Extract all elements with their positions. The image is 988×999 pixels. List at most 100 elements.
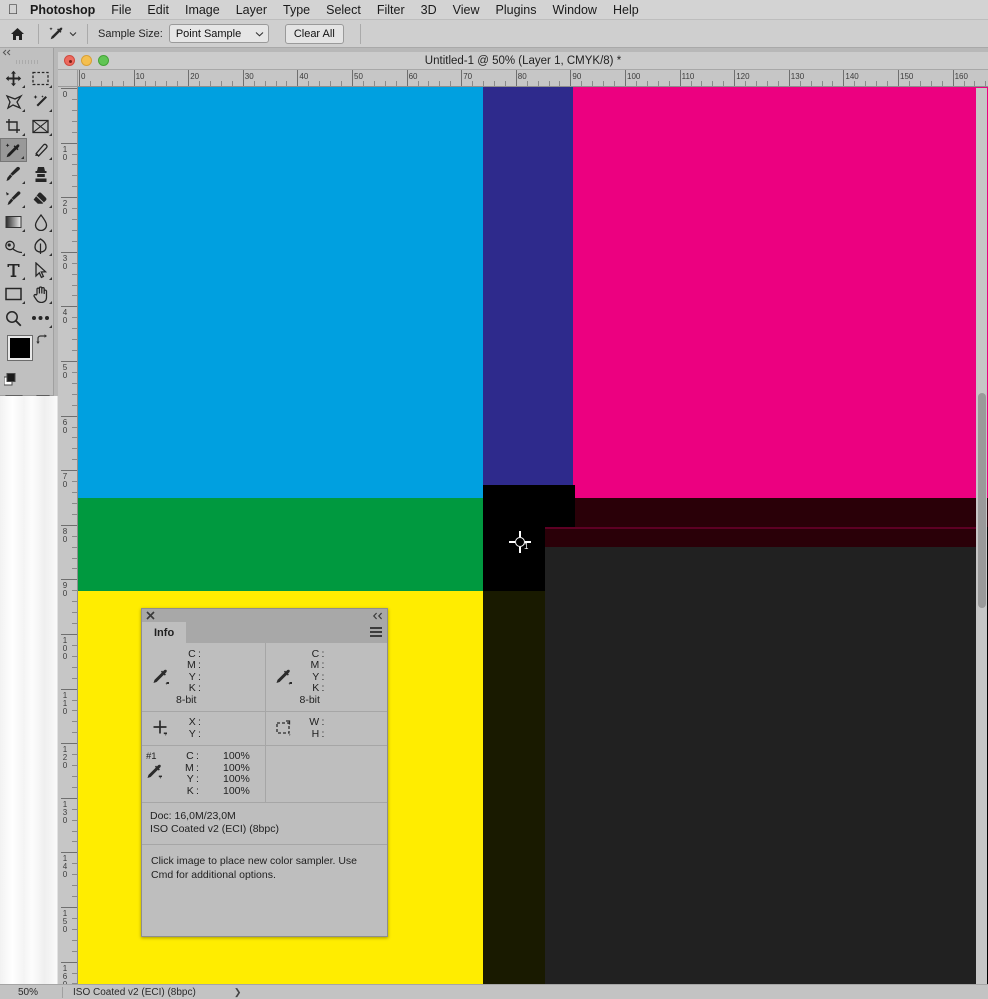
tool-gradient-tool[interactable]	[0, 210, 27, 234]
ruler-h-minor-tick	[341, 81, 343, 86]
ruler-h-tick	[570, 70, 572, 86]
clear-all-button[interactable]: Clear All	[284, 23, 344, 44]
tool-dodge-tool[interactable]	[0, 234, 27, 258]
info-sampler-1[interactable]: #1 C: 100% M: 100% Y: 100% K: 100%	[142, 746, 265, 802]
tool-shape-tool[interactable]	[0, 282, 27, 306]
ruler-v-label: 80	[62, 526, 68, 544]
ruler-v-minor-tick	[72, 284, 77, 286]
tool-marquee-tool[interactable]	[27, 66, 54, 90]
tool-path-selection-tool[interactable]	[27, 258, 54, 282]
info-panel-tab-row: Info	[142, 622, 387, 643]
ruler-h-label: 10	[135, 72, 145, 81]
horizontal-ruler[interactable]: 0 10 20 30 40 50 60 70 80 90 100 110 120 130 140 150 160…	[78, 70, 988, 87]
document-title-bar: Untitled-1 @ 50% (Layer 1, CMYK/8) *	[58, 52, 988, 70]
ruler-v-label: 110	[62, 690, 68, 716]
swap-colors-icon[interactable]	[36, 334, 49, 346]
menu-item-filter[interactable]: Filter	[369, 0, 413, 20]
menu-item-help[interactable]: Help	[605, 0, 647, 20]
close-icon[interactable]	[146, 611, 155, 620]
info-readout-1-fields: C: M: Y: K: 8-bit	[174, 648, 265, 706]
active-tool-preset[interactable]	[43, 26, 83, 42]
tools-grid	[0, 66, 53, 330]
menu-item-edit[interactable]: Edit	[139, 0, 177, 20]
status-bar: 50% ISO Coated v2 (ECI) (8bpc) ❯	[0, 984, 988, 999]
pen-icon	[34, 237, 47, 254]
ruler-h-minor-tick	[231, 81, 233, 86]
menu-item-3d[interactable]: 3D	[413, 0, 445, 20]
ruler-h-tick	[297, 70, 299, 86]
ruler-v-minor-tick	[72, 328, 77, 330]
chevron-right-icon[interactable]: ❯	[196, 987, 242, 998]
ruler-h-minor-tick	[919, 81, 921, 86]
tool-zoom-tool[interactable]	[0, 306, 27, 330]
path-arrow-icon	[35, 261, 47, 278]
tool-frame-tool[interactable]	[27, 114, 54, 138]
menu-item-plugins[interactable]: Plugins	[488, 0, 545, 20]
ruler-h-minor-tick	[887, 81, 889, 86]
tab-info[interactable]: Info	[142, 622, 187, 643]
ruler-v-tick	[61, 852, 77, 854]
menu-item-photoshop[interactable]: Photoshop	[26, 0, 103, 20]
waterdrop-icon	[34, 213, 47, 231]
menu-item-select[interactable]: Select	[318, 0, 369, 20]
menu-item-image[interactable]: Image	[177, 0, 228, 20]
sampler-tick-top	[519, 531, 521, 537]
default-colors-icon[interactable]	[4, 373, 17, 386]
tool-pen-tool[interactable]	[27, 234, 54, 258]
panel-menu-icon[interactable]	[370, 627, 382, 640]
apple-logo-icon[interactable]: 	[0, 2, 26, 18]
tool-type-tool[interactable]	[0, 258, 27, 282]
info-dimensions[interactable]: W: H:	[264, 711, 388, 745]
tool-move-tool[interactable]	[0, 66, 27, 90]
tools-panel-collapse[interactable]	[0, 48, 53, 57]
ruler-h-minor-tick	[264, 81, 266, 86]
ruler-v-label: 100	[62, 636, 68, 661]
marquee-size-icon	[272, 717, 298, 740]
colon: :	[321, 670, 325, 683]
ruler-h-minor-tick	[690, 81, 692, 86]
info-readout-2[interactable]: C: M: Y: K: 8-bit	[264, 643, 388, 711]
menu-item-layer[interactable]: Layer	[228, 0, 275, 20]
ruler-h-minor-tick	[614, 81, 616, 86]
tool-history-brush-tool[interactable]	[0, 186, 27, 210]
ruler-h-minor-tick	[668, 81, 670, 86]
menu-item-type[interactable]: Type	[275, 0, 318, 20]
foreground-color-swatch[interactable]	[7, 335, 33, 361]
tool-quick-selection-tool[interactable]	[27, 90, 54, 114]
home-icon[interactable]	[0, 27, 34, 41]
tool-edit-toolbar[interactable]	[27, 306, 54, 330]
vertical-scrollbar-thumb[interactable]	[978, 393, 986, 608]
menu-item-window[interactable]: Window	[545, 0, 605, 20]
ruler-origin-corner[interactable]	[58, 70, 78, 87]
menu-item-file[interactable]: File	[103, 0, 139, 20]
info-sampler-2-empty[interactable]	[264, 745, 388, 802]
status-color-profile[interactable]: ISO Coated v2 (ECI) (8bpc)	[63, 987, 196, 998]
tool-eyedropper-tool[interactable]	[0, 138, 27, 162]
ruler-v-minor-tick	[72, 109, 77, 111]
info-readout-row: C: M: Y: K: 8-bit C: M: Y: K: 8-bit	[142, 643, 387, 712]
ruler-h-minor-tick	[166, 81, 168, 86]
ruler-v-label: 140	[62, 854, 68, 880]
color-sampler-marker-1[interactable]: 1	[509, 531, 531, 553]
ruler-h-minor-tick	[155, 81, 157, 86]
tool-eraser-tool[interactable]	[27, 186, 54, 210]
tool-lasso-tool[interactable]	[0, 90, 27, 114]
info-readout-1[interactable]: C: M: Y: K: 8-bit	[142, 643, 265, 711]
info-position[interactable]: X: Y:	[142, 712, 265, 745]
tool-crop-tool[interactable]	[0, 114, 27, 138]
rectangle-shape-icon	[5, 287, 22, 301]
tool-healing-brush-tool[interactable]	[27, 138, 54, 162]
collapse-double-chevron-icon[interactable]	[372, 612, 383, 620]
tools-panel-grip[interactable]	[0, 57, 53, 66]
tool-hand-tool[interactable]	[27, 282, 54, 306]
menu-item-view[interactable]: View	[445, 0, 488, 20]
sample-size-select[interactable]: Point Sample	[168, 24, 269, 43]
status-zoom-level[interactable]: 50%	[0, 987, 62, 998]
doc-size-line: Doc: 16,0M/23,0M	[150, 809, 236, 822]
tool-clone-stamp-tool[interactable]	[27, 162, 54, 186]
tool-blur-tool[interactable]	[27, 210, 54, 234]
vertical-ruler[interactable]: 0102030405060708090100110120130140150160…	[58, 87, 78, 999]
vertical-scrollbar[interactable]	[976, 88, 987, 985]
tool-brush-tool[interactable]	[0, 162, 27, 186]
ruler-v-minor-tick	[72, 502, 77, 504]
